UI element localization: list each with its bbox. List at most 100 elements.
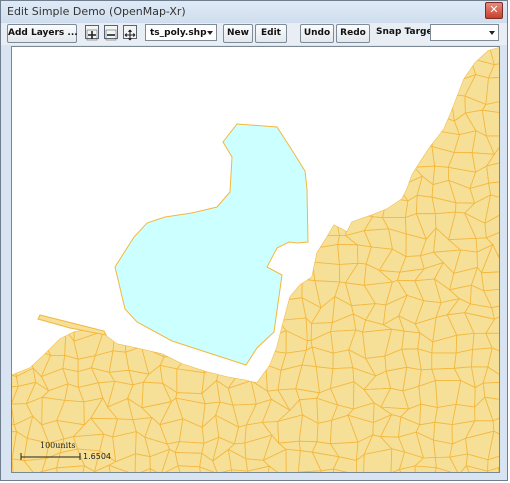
voronoi-cell [277,297,307,321]
chevron-down-icon [207,31,213,35]
close-icon[interactable]: ✕ [485,2,503,19]
voronoi-cell [30,280,54,303]
voronoi-cell [311,131,335,150]
voronoi-cell [106,95,131,116]
layer-select[interactable]: ts_poly.shp [145,24,217,41]
selected-polygon[interactable] [114,123,309,366]
voronoi-cell [144,79,172,101]
voronoi-cell [314,205,338,220]
voronoi-cell [96,128,119,156]
voronoi-cell [295,248,314,270]
voronoi-cell [344,109,372,137]
voronoi-cell [147,131,171,149]
voronoi-cell [367,49,392,71]
voronoi-cell [42,96,68,116]
voronoi-cell [82,279,102,307]
voronoi-cell [25,333,52,357]
voronoi-cell [264,79,291,100]
voronoi-cell [212,47,233,55]
voronoi-cell [247,76,269,100]
voronoi-cell [294,62,319,79]
voronoi-cell [192,49,214,71]
voronoi-cell [43,131,69,146]
zoom-out-icon[interactable] [104,25,118,41]
voronoi-cell [62,57,83,89]
voronoi-cell [314,148,331,162]
voronoi-cell [331,92,354,122]
voronoi-cell [42,158,70,188]
voronoi-cell [452,47,477,53]
voronoi-cell [96,108,119,130]
voronoi-cell [12,130,27,152]
voronoi-cell [387,51,404,68]
voronoi-cell [43,243,62,274]
voronoi-cell [250,47,263,55]
redo-button[interactable]: Redo [336,24,370,43]
voronoi-cell [298,143,316,164]
voronoi-cell [195,98,212,122]
voronoi-cell [98,194,117,217]
voronoi-cell [192,57,214,87]
voronoi-cell [145,185,169,196]
voronoi-cell [12,47,34,62]
voronoi-cell [347,197,374,218]
voronoi-cell [12,351,17,378]
voronoi-cell [23,270,50,289]
undo-button[interactable]: Undo [300,24,334,43]
voronoi-cell [22,161,49,186]
voronoi-cell [312,186,340,207]
new-button[interactable]: New [223,24,253,43]
voronoi-cell [378,111,411,137]
snap-target-label: Snap Target [376,27,437,37]
voronoi-cell [14,297,33,315]
voronoi-cell [57,198,87,222]
voronoi-cell [312,47,341,52]
edit-button[interactable]: Edit [255,24,287,43]
voronoi-cell [12,281,19,308]
voronoi-cell [328,132,347,151]
voronoi-cell [78,58,100,77]
voronoi-cell [418,74,443,97]
voronoi-cell [42,110,69,135]
voronoi-cell [367,110,391,136]
voronoi-cell [333,73,351,97]
title-bar[interactable]: Edit Simple Demo (OpenMap-Xr) ✕ [1,1,507,23]
voronoi-cell [385,47,405,53]
voronoi-cell [301,47,314,52]
voronoi-cell [174,452,203,468]
voronoi-cell [228,60,256,81]
voronoi-cell [12,281,35,300]
map-canvas[interactable]: 100units 1.6504 [11,46,500,473]
scale-bar: 100units 1.6504 [20,441,111,467]
voronoi-cell [12,149,17,165]
voronoi-cell [302,97,321,114]
pan-icon[interactable] [123,25,137,41]
voronoi-cell [60,264,84,288]
voronoi-cell [12,311,33,339]
voronoi-cell [76,50,103,64]
voronoi-cell [72,128,100,157]
voronoi-cell [247,95,269,122]
add-layers-button[interactable]: Add Layers ... [7,24,78,43]
voronoi-cell [163,175,190,203]
voronoi-cell [129,47,150,71]
toolbar: Add Layers ... ts_poly.shp New Edit Undo… [1,23,507,45]
voronoi-cell [398,47,425,53]
voronoi-cell [47,280,70,303]
voronoi-cell [192,184,224,207]
voronoi-cell [148,142,171,171]
voronoi-cell [336,182,353,207]
voronoi-cell [77,198,102,217]
voronoi-cell [217,166,231,191]
voronoi-cell [91,301,122,322]
snap-target-select[interactable] [430,24,499,41]
voronoi-cell [397,91,420,114]
zoom-in-icon[interactable] [85,25,99,41]
voronoi-cell [336,47,359,67]
layer-select-value: ts_poly.shp [150,28,207,38]
voronoi-cell [177,61,196,85]
voronoi-cell [145,65,169,82]
voronoi-cell [114,161,138,187]
voronoi-cell [40,329,67,356]
voronoi-cell [106,66,131,82]
